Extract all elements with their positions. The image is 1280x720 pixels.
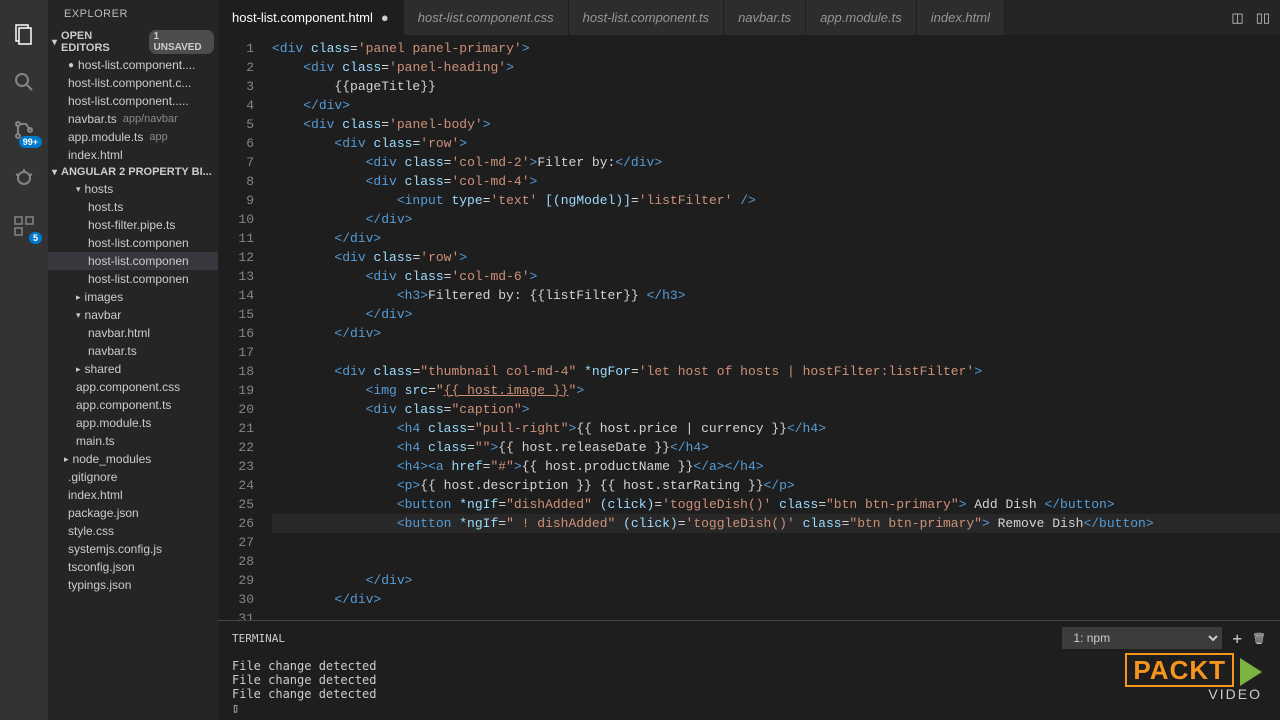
tab[interactable]: host-list.component.css xyxy=(404,0,569,35)
tab-bar: host-list.component.htmlhost-list.compon… xyxy=(218,0,1280,35)
file-item[interactable]: style.css xyxy=(48,522,218,540)
tab[interactable]: index.html xyxy=(917,0,1005,35)
explorer-title: EXPLORER xyxy=(48,0,218,28)
open-editor-item[interactable]: host-list.component.c... xyxy=(48,74,218,92)
file-item[interactable]: navbar.ts xyxy=(48,342,218,360)
new-terminal-icon[interactable]: + xyxy=(1232,629,1242,648)
file-item[interactable]: host.ts xyxy=(48,198,218,216)
open-editor-item[interactable]: app.module.tsapp xyxy=(48,128,218,146)
file-item[interactable]: systemjs.config.js xyxy=(48,540,218,558)
chevron-down-icon: ▾ xyxy=(52,37,57,48)
file-item[interactable]: tsconfig.json xyxy=(48,558,218,576)
editor[interactable]: 1234567891011121314151617181920212223242… xyxy=(218,35,1280,620)
open-editor-item[interactable]: host-list.component.... xyxy=(48,56,218,74)
activity-bar: 99+ 5 xyxy=(0,0,48,720)
scm-badge: 99+ xyxy=(19,136,42,148)
main-area: host-list.component.htmlhost-list.compon… xyxy=(218,0,1280,720)
file-item[interactable]: package.json xyxy=(48,504,218,522)
tab[interactable]: navbar.ts xyxy=(724,0,806,35)
file-item[interactable]: app.component.ts xyxy=(48,396,218,414)
file-item[interactable]: host-list.componen xyxy=(48,234,218,252)
file-item[interactable]: .gitignore xyxy=(48,468,218,486)
open-editors-header[interactable]: ▾ OPEN EDITORS 1 UNSAVED xyxy=(48,28,218,56)
file-item[interactable]: main.ts xyxy=(48,432,218,450)
file-item[interactable]: app.module.ts xyxy=(48,414,218,432)
more-icon[interactable]: ▯▯ xyxy=(1256,10,1270,26)
folder-item[interactable]: ▸images xyxy=(48,288,218,306)
file-item[interactable]: typings.json xyxy=(48,576,218,594)
split-editor-icon[interactable]: ◫ xyxy=(1231,10,1243,26)
open-editor-item[interactable]: navbar.tsapp/navbar xyxy=(48,110,218,128)
explorer-icon[interactable] xyxy=(0,10,48,58)
file-item[interactable]: host-filter.pipe.ts xyxy=(48,216,218,234)
folder-item[interactable]: ▾navbar xyxy=(48,306,218,324)
open-editor-item[interactable]: index.html xyxy=(48,146,218,164)
terminal-label: TERMINAL xyxy=(232,632,285,645)
tab[interactable]: host-list.component.ts xyxy=(569,0,724,35)
ext-badge: 5 xyxy=(29,232,42,244)
folder-item[interactable]: ▾hosts xyxy=(48,180,218,198)
file-item[interactable]: index.html xyxy=(48,486,218,504)
terminal-panel: TERMINAL 1: npm + 🗑 File change detected… xyxy=(218,620,1280,720)
file-item[interactable]: navbar.html xyxy=(48,324,218,342)
watermark: PACKT VIDEO xyxy=(1125,655,1262,702)
search-icon[interactable] xyxy=(0,58,48,106)
extensions-icon[interactable]: 5 xyxy=(0,202,48,250)
kill-terminal-icon[interactable]: 🗑 xyxy=(1252,632,1266,645)
play-icon xyxy=(1240,658,1262,686)
folder-item[interactable]: ▸node_modules xyxy=(48,450,218,468)
tab[interactable]: host-list.component.html xyxy=(218,0,404,35)
chevron-down-icon: ▾ xyxy=(52,167,57,178)
project-header[interactable]: ▾ ANGULAR 2 PROPERTY BI... xyxy=(48,164,218,180)
terminal-select[interactable]: 1: npm xyxy=(1062,627,1222,649)
debug-icon[interactable] xyxy=(0,154,48,202)
scm-icon[interactable]: 99+ xyxy=(0,106,48,154)
sidebar: EXPLORER ▾ OPEN EDITORS 1 UNSAVED host-l… xyxy=(48,0,218,720)
file-item[interactable]: app.component.css xyxy=(48,378,218,396)
unsaved-badge: 1 UNSAVED xyxy=(149,30,215,54)
file-item[interactable]: host-list.componen xyxy=(48,252,218,270)
open-editor-item[interactable]: host-list.component..... xyxy=(48,92,218,110)
tab[interactable]: app.module.ts xyxy=(806,0,917,35)
folder-item[interactable]: ▸shared xyxy=(48,360,218,378)
file-item[interactable]: host-list.componen xyxy=(48,270,218,288)
